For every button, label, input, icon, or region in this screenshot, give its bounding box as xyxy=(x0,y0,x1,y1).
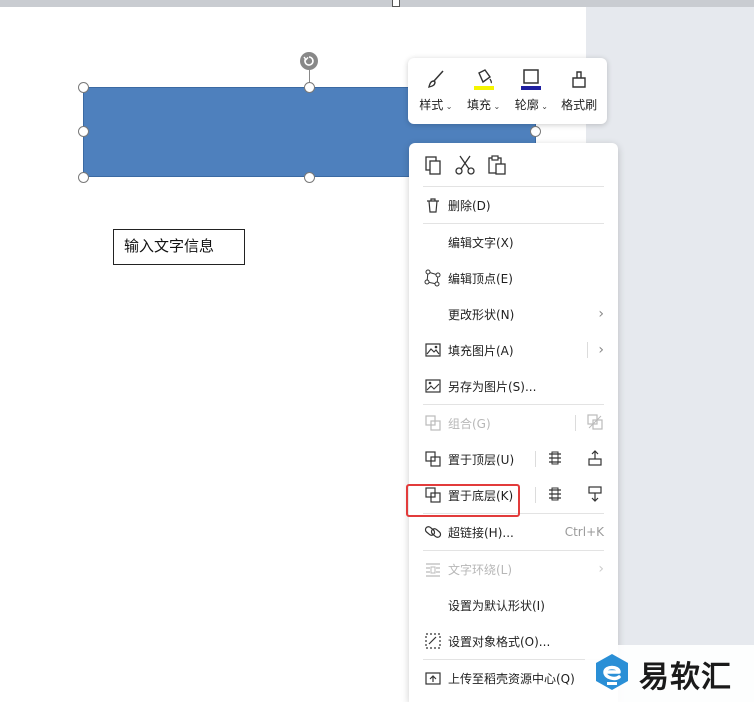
ruler-bar xyxy=(0,0,754,7)
menu-item-delete[interactable]: 删除(D) xyxy=(409,187,618,223)
menu-item-label: 填充图片(A) xyxy=(448,343,514,358)
clipboard-row xyxy=(409,143,618,186)
menu-item-label: 置于底层(K) xyxy=(448,488,514,503)
watermark-logo-icon xyxy=(591,651,633,697)
format-object-icon xyxy=(423,631,443,651)
chevron-right-icon: › xyxy=(598,306,604,322)
menu-item-fill-picture[interactable]: 填充图片(A) › xyxy=(409,332,618,368)
brush-icon xyxy=(423,66,449,92)
copy-icon[interactable] xyxy=(421,153,445,177)
vertex-icon xyxy=(423,268,443,288)
send-to-bottom-icon[interactable] xyxy=(586,485,604,506)
menu-item-label: 文字环绕(L) xyxy=(448,562,513,577)
image-fill-icon xyxy=(423,340,443,360)
trash-icon xyxy=(423,195,443,215)
ruler-marker[interactable] xyxy=(392,0,400,7)
menu-divider xyxy=(575,415,576,431)
fill-button[interactable]: 填充 ⌄ xyxy=(462,66,506,124)
shortcut-label: Ctrl+K xyxy=(564,525,604,539)
menu-item-label: 另存为图片(S)... xyxy=(448,379,537,394)
chevron-right-icon[interactable]: › xyxy=(598,342,604,358)
menu-item-label: 设置对象格式(O)... xyxy=(448,634,551,649)
menu-item-label: 编辑文字(X) xyxy=(448,235,514,250)
menu-item-send-to-back[interactable]: 置于底层(K) xyxy=(409,477,618,513)
menu-item-hyperlink[interactable]: 超链接(H)... Ctrl+K xyxy=(409,514,618,550)
text-box[interactable]: 输入文字信息 xyxy=(113,229,245,265)
style-label: 样式 xyxy=(419,98,444,112)
menu-item-label: 更改形状(N) xyxy=(448,307,515,322)
menu-item-group[interactable]: 组合(G) xyxy=(409,405,618,441)
menu-item-label: 删除(D) xyxy=(448,198,491,213)
outline-icon xyxy=(518,66,544,92)
upload-icon xyxy=(423,668,443,688)
bring-front-icon xyxy=(423,449,443,469)
menu-item-edit-vertex[interactable]: 编辑顶点(E) xyxy=(409,260,618,296)
bring-to-top-icon[interactable] xyxy=(586,449,604,470)
send-back-icon xyxy=(423,485,443,505)
menu-item-label: 组合(G) xyxy=(448,416,491,431)
outline-label: 轮廓 xyxy=(514,98,539,112)
chevron-down-icon: ⌄ xyxy=(443,102,453,111)
chevron-down-icon: ⌄ xyxy=(538,102,548,111)
menu-divider xyxy=(587,342,589,358)
save-image-icon xyxy=(423,376,443,396)
bring-forward-icon[interactable] xyxy=(546,449,564,470)
link-icon xyxy=(423,522,443,542)
chevron-down-icon: ⌄ xyxy=(491,102,501,111)
menu-item-text-wrap[interactable]: 文字环绕(L) › xyxy=(409,551,618,587)
mini-toolbar: 样式 ⌄ 填充 ⌄ 轮廓 ⌄ 格式刷 xyxy=(408,58,607,124)
resize-handle-left[interactable] xyxy=(78,126,89,137)
style-button[interactable]: 样式 ⌄ xyxy=(414,66,458,124)
menu-item-save-as-picture[interactable]: 另存为图片(S)... xyxy=(409,368,618,404)
format-painter-label: 格式刷 xyxy=(561,98,598,112)
chevron-right-icon: › xyxy=(598,561,604,577)
outline-button[interactable]: 轮廓 ⌄ xyxy=(509,66,553,124)
context-menu: 删除(D) 编辑文字(X) 编辑顶点(E) 更改形状(N) › 填充图片(A) … xyxy=(409,143,618,702)
paste-icon[interactable] xyxy=(485,153,509,177)
menu-item-label: 编辑顶点(E) xyxy=(448,271,513,286)
fill-label: 填充 xyxy=(466,98,491,112)
watermark: 易软汇 xyxy=(585,645,754,702)
group-icon xyxy=(423,413,443,433)
resize-handle-top-left[interactable] xyxy=(78,82,89,93)
menu-divider xyxy=(535,487,536,503)
menu-item-edit-text[interactable]: 编辑文字(X) xyxy=(409,224,618,260)
watermark-text: 易软汇 xyxy=(639,659,732,695)
resize-handle-right[interactable] xyxy=(530,126,541,137)
menu-item-change-shape[interactable]: 更改形状(N) › xyxy=(409,296,618,332)
cut-icon[interactable] xyxy=(453,153,477,177)
menu-item-label: 置于顶层(U) xyxy=(448,452,515,467)
menu-item-label: 超链接(H)... xyxy=(448,525,514,540)
resize-handle-bottom-left[interactable] xyxy=(78,172,89,183)
format-painter-button[interactable]: 格式刷 xyxy=(557,66,601,124)
menu-item-label: 上传至稻壳资源中心(Q) xyxy=(448,671,575,686)
wrap-icon xyxy=(423,559,443,579)
fill-bucket-icon xyxy=(471,66,497,92)
resize-handle-bottom[interactable] xyxy=(304,172,315,183)
ungroup-icon xyxy=(586,413,604,434)
format-painter-icon xyxy=(566,66,592,92)
menu-item-set-default-shape[interactable]: 设置为默认形状(I) xyxy=(409,587,618,623)
menu-item-bring-to-front[interactable]: 置于顶层(U) xyxy=(409,441,618,477)
menu-item-label: 设置为默认形状(I) xyxy=(448,598,545,613)
rotate-handle-icon[interactable] xyxy=(300,52,318,70)
menu-divider xyxy=(535,451,536,467)
text-box-content: 输入文字信息 xyxy=(124,237,215,255)
send-backward-icon[interactable] xyxy=(546,485,564,506)
resize-handle-top[interactable] xyxy=(304,82,315,93)
